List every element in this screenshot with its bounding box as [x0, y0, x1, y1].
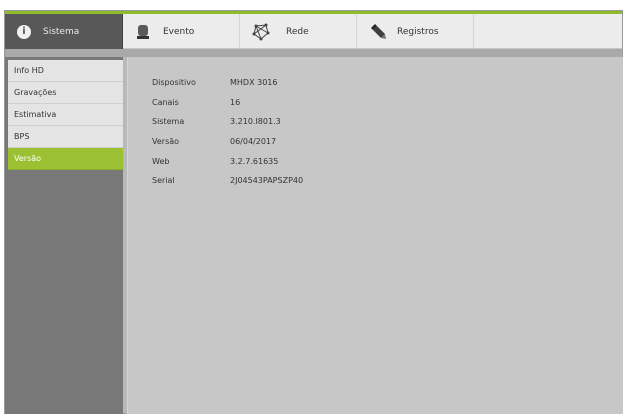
tab-divider	[5, 49, 622, 57]
tab-evento[interactable]: Evento	[123, 14, 240, 49]
info-row-web: Web 3.2.7.61635	[152, 157, 278, 166]
info-label: Web	[152, 157, 170, 166]
info-label: Canais	[152, 98, 179, 107]
tab-registros[interactable]: Registros	[357, 14, 474, 49]
info-label: Versão	[152, 137, 180, 146]
pen-icon	[371, 23, 387, 40]
info-label: Serial	[152, 176, 175, 185]
info-value: 3.2.7.61635	[230, 157, 279, 166]
sidebar-item-bps[interactable]: BPS	[8, 126, 123, 148]
tab-bar: i Sistema Evento Rede Registros	[5, 14, 622, 49]
tab-label: Registros	[397, 26, 439, 37]
sidebar-item-info-hd[interactable]: Info HD	[8, 60, 123, 82]
sidebar: Info HD Gravações Estimativa BPS Versão	[5, 57, 123, 414]
info-row-canais: Canais 16	[152, 98, 240, 107]
tab-rede[interactable]: Rede	[240, 14, 357, 49]
sidebar-item-versao[interactable]: Versão	[8, 148, 123, 170]
info-row-sistema: Sistema 3.210.I801.3	[152, 117, 281, 126]
info-icon: i	[17, 24, 31, 39]
tab-label: Rede	[286, 26, 309, 37]
info-value: 3.210.I801.3	[230, 117, 281, 126]
network-icon	[252, 23, 270, 41]
info-row-serial: Serial 2J04543PAPSZP40	[152, 176, 303, 185]
info-row-versao: Versão 06/04/2017	[152, 137, 276, 146]
info-value: MHDX 3016	[230, 78, 278, 87]
tab-label: Evento	[163, 26, 195, 37]
sidebar-item-estimativa[interactable]: Estimativa	[8, 104, 123, 126]
settings-window: i Sistema Evento Rede Registros Info HD …	[4, 10, 623, 414]
tab-sistema[interactable]: i Sistema	[5, 14, 123, 49]
alarm-icon	[137, 24, 149, 40]
info-value: 16	[230, 98, 241, 107]
sidebar-item-gravacoes[interactable]: Gravações	[8, 82, 123, 104]
info-label: Dispositivo	[152, 78, 196, 87]
info-value: 2J04543PAPSZP40	[230, 176, 304, 185]
info-value: 06/04/2017	[230, 137, 277, 146]
info-label: Sistema	[152, 117, 185, 126]
version-info-panel: Dispositivo MHDX 3016 Canais 16 Sistema …	[127, 57, 623, 414]
tab-label: Sistema	[43, 26, 80, 37]
info-row-dispositivo: Dispositivo MHDX 3016	[152, 78, 277, 87]
